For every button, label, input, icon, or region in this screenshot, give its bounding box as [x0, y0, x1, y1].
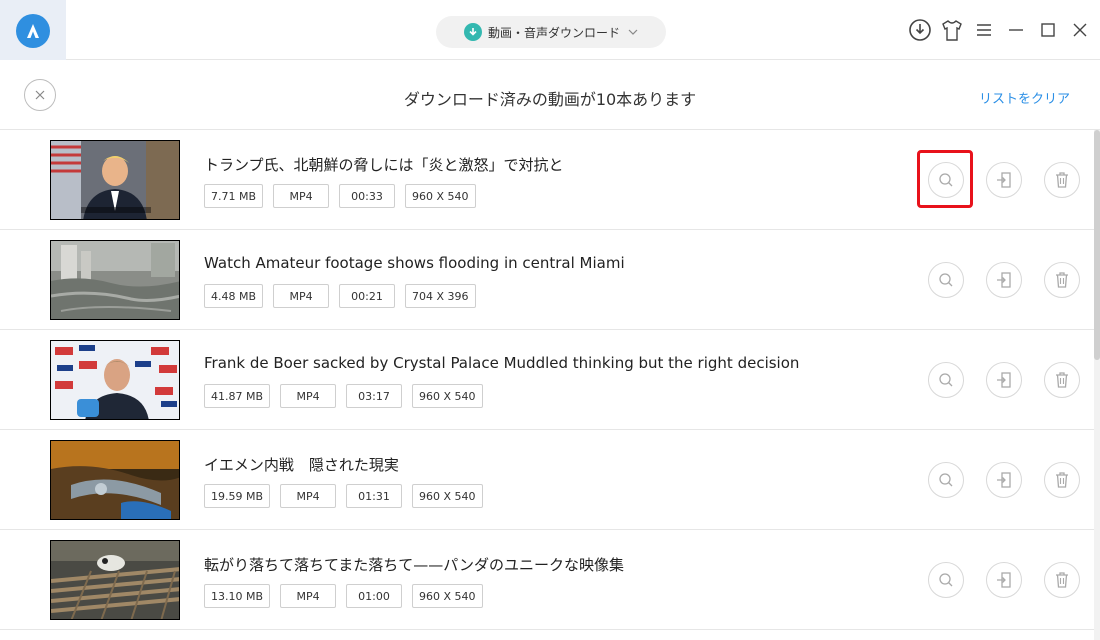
video-title: Frank de Boer sacked by Crystal Palace M…: [204, 354, 800, 372]
title-bar: 動画・音声ダウンロード: [0, 0, 1100, 60]
video-meta: 4.48 MB MP4 00:21 704 X 396: [204, 284, 476, 308]
file-size-badge: 13.10 MB: [204, 584, 271, 608]
trash-icon: [1056, 272, 1068, 288]
app-logo-icon[interactable]: [16, 14, 50, 48]
import-icon: [997, 572, 1011, 588]
video-meta: 13.10 MB MP4 01:00 960 X 540: [204, 584, 483, 608]
transfer-to-device-button[interactable]: [986, 362, 1022, 398]
row-actions: [928, 262, 1080, 298]
show-in-folder-button[interactable]: [928, 262, 964, 298]
import-icon: [997, 272, 1011, 288]
import-icon: [997, 172, 1011, 188]
show-in-folder-button[interactable]: [928, 562, 964, 598]
row-actions: [928, 462, 1080, 498]
tshirt-icon[interactable]: [936, 14, 968, 46]
show-in-folder-button[interactable]: [928, 362, 964, 398]
video-thumbnail[interactable]: [50, 340, 180, 420]
video-title: Watch Amateur footage shows flooding in …: [204, 254, 625, 272]
duration-badge: 01:00: [346, 584, 403, 608]
clear-list-link[interactable]: リストをクリア: [979, 88, 1070, 107]
format-badge: MP4: [280, 384, 337, 408]
format-badge: MP4: [273, 284, 330, 308]
list-header: ダウンロード済みの動画が10本あります リストをクリア: [0, 60, 1100, 130]
page-title: ダウンロード済みの動画が10本あります: [403, 90, 697, 109]
logo-area: [0, 0, 66, 60]
resolution-badge: 960 X 540: [412, 384, 483, 408]
list-item: Watch Amateur footage shows flooding in …: [0, 230, 1094, 330]
import-icon: [997, 472, 1011, 488]
download-circle-icon[interactable]: [904, 14, 936, 46]
list-item: イエメン内戦 隠された現実 19.59 MB MP4 01:31 960 X 5…: [0, 430, 1094, 530]
file-size-badge: 19.59 MB: [204, 484, 271, 508]
row-actions: [928, 362, 1080, 398]
resolution-badge: 960 X 540: [412, 484, 483, 508]
delete-button[interactable]: [1044, 362, 1080, 398]
video-title: トランプ氏、北朝鮮の脅しには「炎と激怒」で対抗と: [204, 156, 564, 174]
search-icon: [939, 273, 953, 287]
video-title: イエメン内戦 隠された現実: [204, 456, 399, 474]
list-item: トランプ氏、北朝鮮の脅しには「炎と激怒」で対抗と 7.71 MB MP4 00:…: [0, 130, 1094, 230]
list-item: Frank de Boer sacked by Crystal Palace M…: [0, 330, 1094, 430]
delete-button[interactable]: [1044, 162, 1080, 198]
video-meta: 19.59 MB MP4 01:31 960 X 540: [204, 484, 483, 508]
transfer-to-device-button[interactable]: [986, 462, 1022, 498]
format-badge: MP4: [280, 484, 337, 508]
scrollbar-thumb[interactable]: [1094, 130, 1100, 360]
list-item: 転がり落ちて落ちてまた落ちて——パンダのユニークな映像集 13.10 MB MP…: [0, 530, 1094, 630]
trash-icon: [1056, 172, 1068, 188]
maximize-icon[interactable]: [1032, 14, 1064, 46]
window-controls: [904, 0, 1100, 60]
video-thumbnail[interactable]: [50, 440, 180, 520]
mode-selector[interactable]: 動画・音声ダウンロード: [436, 16, 666, 48]
duration-badge: 03:17: [346, 384, 403, 408]
format-badge: MP4: [273, 184, 330, 208]
mode-label: 動画・音声ダウンロード: [487, 25, 620, 40]
trash-icon: [1056, 572, 1068, 588]
search-icon: [939, 473, 953, 487]
show-in-folder-button[interactable]: [928, 462, 964, 498]
import-icon: [997, 372, 1011, 388]
video-meta: 41.87 MB MP4 03:17 960 X 540: [204, 384, 483, 408]
file-size-badge: 7.71 MB: [204, 184, 264, 208]
transfer-to-device-button[interactable]: [986, 262, 1022, 298]
transfer-to-device-button[interactable]: [986, 562, 1022, 598]
resolution-badge: 704 X 396: [405, 284, 476, 308]
file-size-badge: 4.48 MB: [204, 284, 264, 308]
duration-badge: 00:33: [339, 184, 396, 208]
duration-badge: 00:21: [339, 284, 396, 308]
video-thumbnail[interactable]: [50, 540, 180, 620]
download-mode-icon: [463, 23, 482, 41]
resolution-badge: 960 X 540: [405, 184, 476, 208]
delete-button[interactable]: [1044, 462, 1080, 498]
close-icon[interactable]: [1064, 14, 1096, 46]
transfer-to-device-button[interactable]: [986, 162, 1022, 198]
video-thumbnail[interactable]: [50, 240, 180, 320]
trash-icon: [1056, 472, 1068, 488]
highlight-box: [917, 150, 973, 208]
downloaded-video-list: トランプ氏、北朝鮮の脅しには「炎と激怒」で対抗と 7.71 MB MP4 00:…: [0, 130, 1094, 640]
video-title: 転がり落ちて落ちてまた落ちて——パンダのユニークな映像集: [204, 556, 625, 574]
video-meta: 7.71 MB MP4 00:33 960 X 540: [204, 184, 476, 208]
resolution-badge: 960 X 540: [412, 584, 483, 608]
search-icon: [939, 373, 953, 387]
delete-button[interactable]: [1044, 562, 1080, 598]
format-badge: MP4: [280, 584, 337, 608]
row-actions: [928, 562, 1080, 598]
search-icon: [939, 573, 953, 587]
video-thumbnail[interactable]: [50, 140, 180, 220]
file-size-badge: 41.87 MB: [204, 384, 271, 408]
chevron-down-icon: [628, 27, 638, 38]
delete-button[interactable]: [1044, 262, 1080, 298]
menu-icon[interactable]: [968, 14, 1000, 46]
vertical-scrollbar[interactable]: [1094, 130, 1100, 640]
minimize-icon[interactable]: [1000, 14, 1032, 46]
app-window: 動画・音声ダウンロード ダウンロード済みの動画が10本あります リストをクリア …: [0, 0, 1100, 640]
trash-icon: [1056, 372, 1068, 388]
duration-badge: 01:31: [346, 484, 403, 508]
